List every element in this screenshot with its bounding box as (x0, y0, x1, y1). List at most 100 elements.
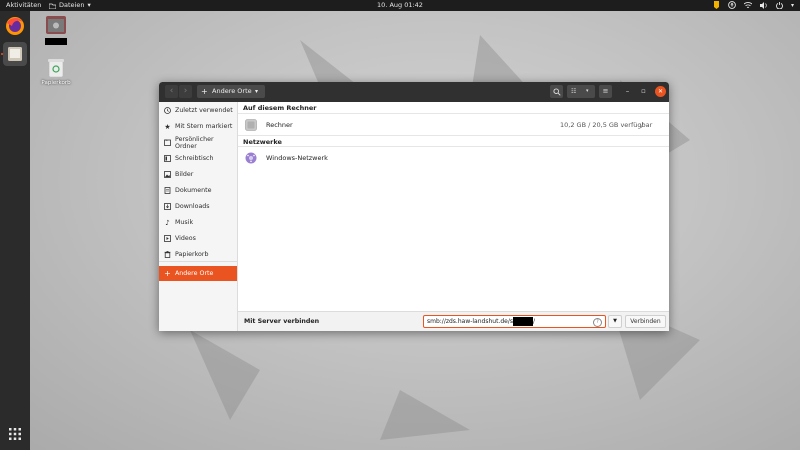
plus-icon: + (201, 87, 208, 96)
files-icon (8, 47, 22, 61)
network-name: Windows-Netzwerk (266, 154, 328, 162)
power-icon (776, 1, 783, 9)
network-icon (743, 1, 752, 8)
sidebar-item-label: Persönlicher Ordner (175, 135, 214, 150)
image-icon (164, 171, 171, 178)
server-address-suffix: / (532, 318, 536, 325)
hamburger-icon: ≡ (602, 87, 609, 95)
mount-point: / (641, 121, 644, 129)
close-icon: ✕ (657, 88, 664, 95)
volume-icon (759, 1, 767, 9)
sidebar-item-trash[interactable]: Papierkorb (159, 247, 237, 262)
show-applications-button[interactable] (3, 422, 27, 446)
chevron-right-icon: › (183, 86, 188, 96)
chevron-down-icon: ▾ (255, 88, 259, 95)
desktop-home-folder[interactable] (44, 15, 68, 45)
chevron-down-icon: ▼ (613, 318, 617, 324)
sidebar-item-label: Papierkorb (175, 251, 209, 258)
recent-servers-button[interactable]: ▼ (608, 315, 622, 328)
download-icon (164, 203, 171, 210)
sidebar-item-home[interactable]: Persönlicher Ordner (159, 135, 237, 150)
list-view-icon: ☷ (571, 88, 577, 95)
home-folder-icon (46, 16, 66, 34)
section-networks: Netzwerke (238, 135, 669, 147)
sidebar-divider (159, 261, 237, 262)
forward-button[interactable]: › (179, 85, 192, 98)
sidebar-item-label: Musik (175, 219, 194, 226)
update-notifier-icon (713, 1, 719, 9)
sidebar-item-downloads[interactable]: Downloads (159, 199, 237, 214)
header-bar: ‹ › + Andere Orte ▾ ☷ ▾ ≡ – ▫ ✕ (159, 82, 669, 102)
top-bar: Aktivitäten Dateien ▾ 10. Aug 01:42 ▾ (0, 0, 800, 11)
redacted-label (45, 38, 67, 45)
search-button[interactable] (550, 85, 563, 98)
path-bar-label: Andere Orte (212, 87, 252, 95)
main-view: Auf diesem Rechner Rechner 10,2 GB / 20,… (238, 102, 669, 331)
connect-button[interactable]: Verbinden (625, 315, 666, 328)
music-icon: ♪ (165, 218, 170, 227)
sidebar-item-label: Bilder (175, 171, 194, 178)
star-icon: ★ (164, 122, 171, 131)
sidebar-item-recent[interactable]: Zuletzt verwendet (159, 103, 237, 118)
computer-name: Rechner (266, 121, 293, 129)
sidebar-item-label: Videos (175, 235, 196, 242)
connect-server-bar: Mit Server verbinden smb://zds.haw-lands… (238, 311, 669, 331)
server-address-input[interactable]: smb://zds.haw-landshut.de/s / ? (423, 315, 606, 328)
desktop-trash[interactable]: Papierkorb (39, 58, 73, 86)
sidebar-item-videos[interactable]: Videos (159, 231, 237, 246)
network-row[interactable]: Windows-Netzwerk (238, 149, 669, 167)
maximize-button[interactable]: ▫ (637, 85, 650, 98)
sidebar-item-pictures[interactable]: Bilder (159, 167, 237, 182)
sidebar-item-other-locations[interactable]: + Andere Orte (159, 266, 237, 281)
sidebar-item-label: Zuletzt verwendet (175, 107, 233, 114)
sidebar-item-label: Mit Stern markiert (175, 123, 233, 130)
back-button[interactable]: ‹ (165, 85, 178, 98)
clock[interactable]: 10. Aug 01:42 (0, 1, 800, 10)
dock (0, 11, 30, 450)
server-address-value: smb://zds.haw-landshut.de/s (427, 318, 513, 325)
view-toggle-button[interactable]: ☷ ▾ (567, 85, 595, 98)
sidebar-item-label: Dokumente (175, 187, 212, 194)
app-grid-icon (9, 428, 21, 440)
path-bar-button[interactable]: + Andere Orte ▾ (197, 85, 265, 98)
redacted-text (512, 317, 533, 326)
home-icon (164, 139, 171, 146)
dock-firefox[interactable] (3, 14, 27, 38)
sidebar: Zuletzt verwendet ★ Mit Stern markiert P… (159, 102, 238, 331)
help-icon[interactable]: ? (593, 318, 602, 327)
running-indicator (1, 53, 3, 55)
trash-icon (48, 59, 64, 78)
drive-icon (245, 119, 257, 131)
files-window: ‹ › + Andere Orte ▾ ☷ ▾ ≡ – ▫ ✕ Zuletzt … (159, 82, 669, 331)
disk-space: 10,2 GB / 20,5 GB verfügbar (560, 121, 653, 129)
chevron-left-icon: ‹ (169, 86, 174, 96)
document-icon (164, 187, 171, 194)
sidebar-item-desktop[interactable]: Schreibtisch (159, 151, 237, 166)
clock-icon (164, 107, 171, 114)
clock-label: 10. Aug 01:42 (377, 1, 423, 9)
video-icon (164, 235, 171, 242)
connect-server-label: Mit Server verbinden (244, 318, 320, 325)
sidebar-item-documents[interactable]: Dokumente (159, 183, 237, 198)
chevron-down-icon: ▾ (586, 88, 589, 94)
system-tray[interactable]: ▾ (713, 1, 794, 9)
computer-row[interactable]: Rechner 10,2 GB / 20,5 GB verfügbar / (238, 116, 669, 134)
chevron-down-icon: ▾ (790, 1, 794, 9)
search-icon (552, 87, 561, 96)
desktop-icon (164, 155, 171, 162)
sidebar-item-label: Andere Orte (175, 270, 214, 277)
accessibility-icon (728, 1, 736, 9)
section-this-computer: Auf diesem Rechner (238, 102, 669, 114)
sidebar-item-label: Downloads (175, 203, 210, 210)
trash-label: Papierkorb (41, 80, 71, 86)
maximize-icon: ▫ (641, 87, 646, 95)
close-button[interactable]: ✕ (655, 86, 666, 97)
network-globe-icon (245, 152, 257, 164)
minimize-icon: – (625, 87, 630, 95)
sidebar-item-music[interactable]: ♪ Musik (159, 215, 237, 230)
plus-icon: + (164, 269, 171, 278)
menu-button[interactable]: ≡ (599, 85, 612, 98)
minimize-button[interactable]: – (621, 85, 634, 98)
dock-files[interactable] (3, 42, 27, 66)
sidebar-item-starred[interactable]: ★ Mit Stern markiert (159, 119, 237, 134)
